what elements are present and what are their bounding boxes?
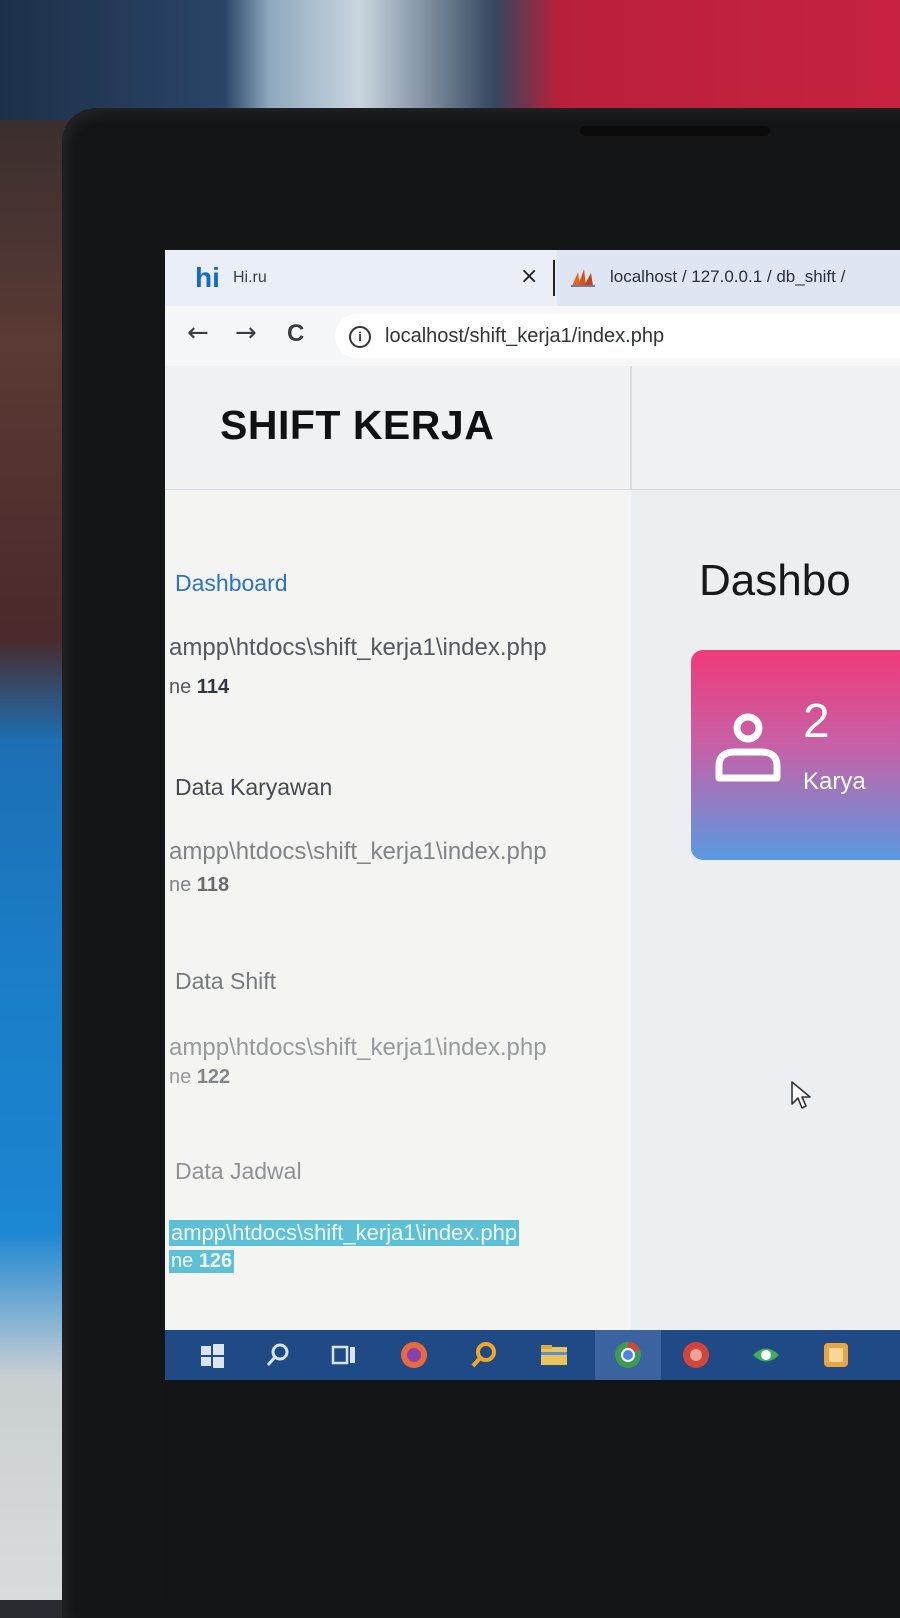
screen: hi Hi.ru × localhost / 127.0.0.1 / db_sh… bbox=[165, 250, 900, 1380]
forward-icon[interactable]: → bbox=[235, 318, 257, 348]
address-bar[interactable]: i localhost/shift_kerja1/index.php bbox=[335, 314, 900, 358]
main-content: Dashbo 2 Karya bbox=[631, 490, 900, 1330]
search-icon[interactable] bbox=[261, 1338, 295, 1372]
error-line: ne 122 bbox=[169, 1066, 231, 1088]
back-icon[interactable]: ← bbox=[187, 318, 209, 348]
app-red-icon[interactable] bbox=[679, 1338, 713, 1372]
user-icon bbox=[715, 713, 781, 782]
page-title: Dashbo bbox=[699, 556, 851, 605]
search-app-icon[interactable] bbox=[467, 1338, 501, 1372]
url-text[interactable]: localhost/shift_kerja1/index.php bbox=[385, 325, 664, 348]
navigation-bar: ← → C i localhost/shift_kerja1/index.php bbox=[165, 306, 900, 367]
sidebar-item-dashboard[interactable]: Dashboard bbox=[175, 570, 288, 597]
hi-ru-logo-icon: hi bbox=[195, 262, 220, 293]
sidebar-item-data-shift[interactable]: Data Shift bbox=[175, 968, 276, 995]
sidebar-item-data-karyawan[interactable]: Data Karyawan bbox=[175, 774, 332, 801]
sidebar-item-data-jadwal[interactable]: Data Jadwal bbox=[175, 1158, 302, 1185]
file-explorer-icon[interactable] bbox=[537, 1338, 571, 1372]
app-green-icon[interactable] bbox=[749, 1338, 783, 1372]
error-path: ampp\htdocs\shift_kerja1\index.php bbox=[169, 1034, 547, 1061]
task-view-icon[interactable] bbox=[327, 1338, 361, 1372]
stat-label: Karya bbox=[803, 768, 866, 795]
reload-icon[interactable]: C bbox=[287, 320, 304, 348]
tab-hi-ru[interactable]: hi Hi.ru × bbox=[165, 250, 557, 306]
brand-title[interactable]: SHIFT KERJA bbox=[220, 402, 494, 449]
sidebar: Dashboard ampp\htdocs\shift_kerja1\index… bbox=[165, 490, 630, 1330]
tab-title-localhost[interactable]: localhost / 127.0.0.1 / db_shift / bbox=[610, 267, 845, 287]
error-path: ampp\htdocs\shift_kerja1\index.php bbox=[169, 838, 547, 865]
tab-close-icon[interactable]: × bbox=[520, 264, 538, 289]
chrome-icon[interactable] bbox=[611, 1338, 645, 1372]
header-divider bbox=[630, 366, 632, 489]
firefox-icon[interactable] bbox=[397, 1338, 431, 1372]
webcam-bar bbox=[580, 126, 770, 136]
info-icon[interactable]: i bbox=[349, 326, 371, 348]
error-path: ampp\htdocs\shift_kerja1\index.php bbox=[169, 634, 547, 661]
phpmyadmin-icon bbox=[571, 269, 595, 287]
mouse-cursor-icon bbox=[791, 1081, 811, 1109]
background-top bbox=[0, 0, 900, 120]
windows-start-icon[interactable] bbox=[195, 1338, 229, 1372]
page-header: SHIFT KERJA bbox=[165, 366, 900, 490]
laptop-bottom-bezel bbox=[165, 1380, 900, 1600]
app-yellow-icon[interactable] bbox=[819, 1338, 853, 1372]
stat-card-karyawan[interactable]: 2 Karya bbox=[691, 650, 900, 860]
tab-separator bbox=[553, 260, 555, 296]
error-line: ne 114 bbox=[169, 676, 230, 698]
stat-value: 2 bbox=[803, 695, 830, 748]
tab-title: Hi.ru bbox=[233, 269, 267, 286]
error-path-selected: ampp\htdocs\shift_kerja1\index.php bbox=[169, 1220, 520, 1246]
tab-bar: hi Hi.ru × localhost / 127.0.0.1 / db_sh… bbox=[165, 250, 900, 306]
taskbar bbox=[165, 1330, 900, 1380]
error-line: ne 118 bbox=[169, 874, 230, 896]
error-line-selected: ne 126 bbox=[169, 1250, 235, 1273]
